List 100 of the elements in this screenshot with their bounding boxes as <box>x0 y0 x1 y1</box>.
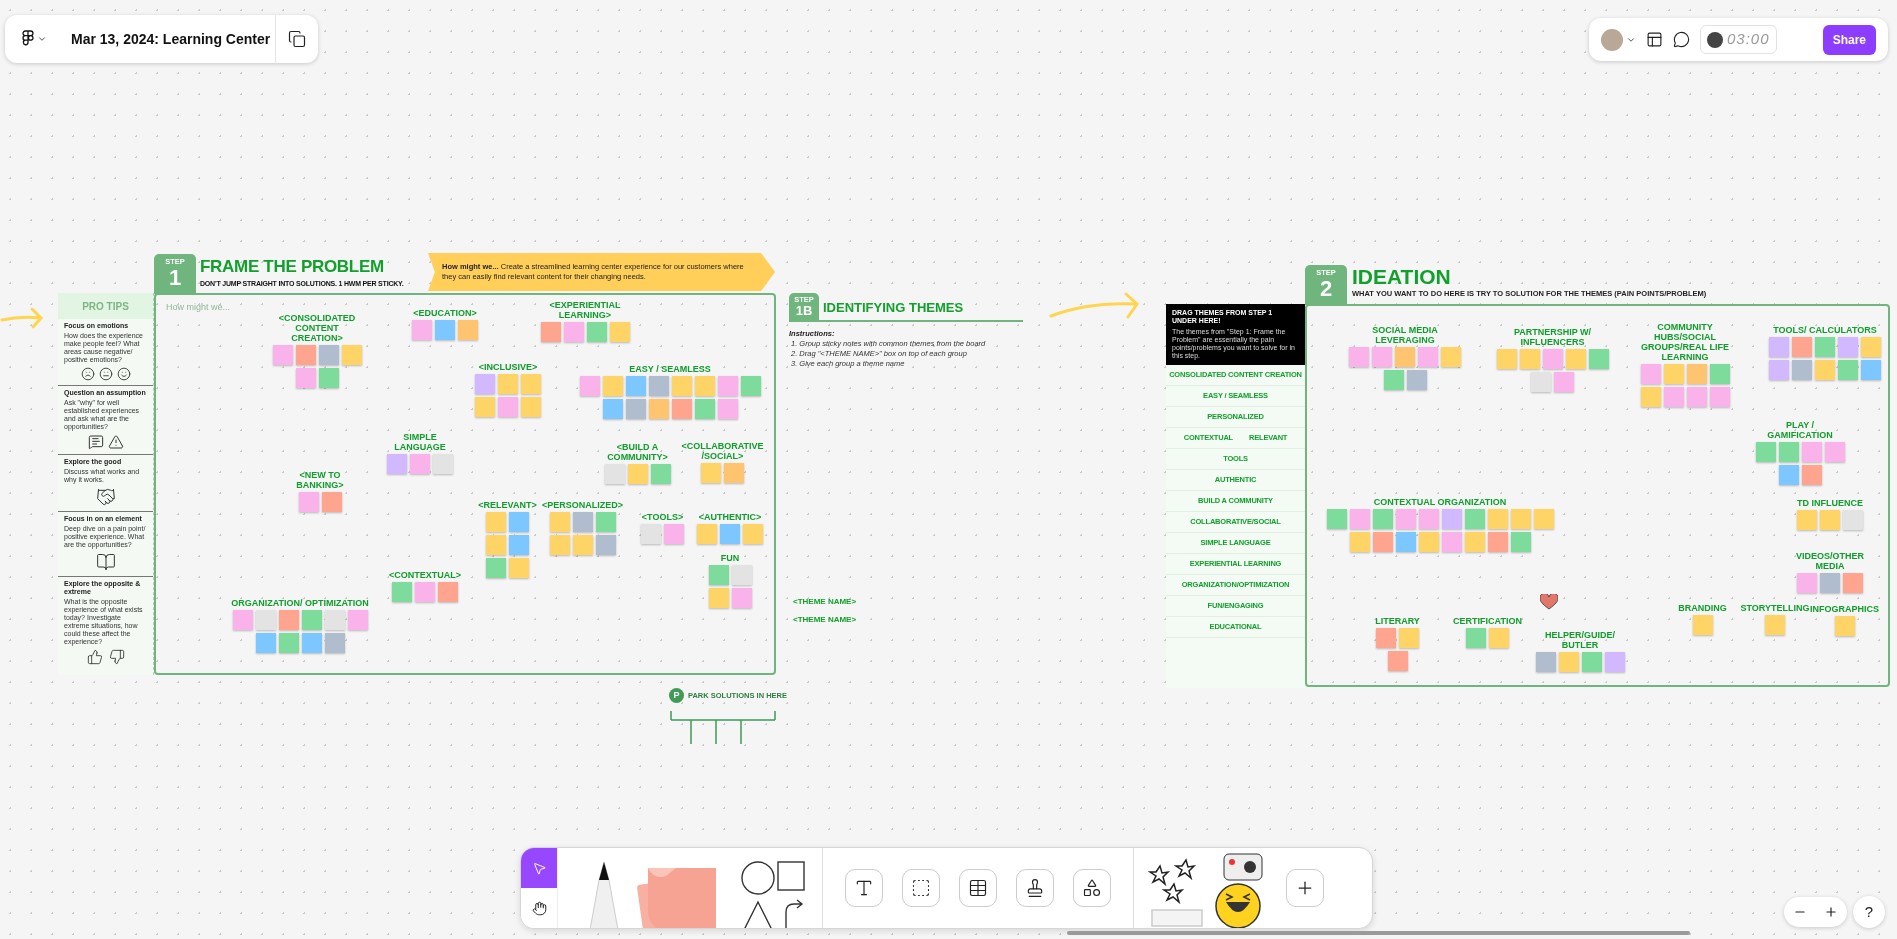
sticky-note[interactable] <box>1640 364 1661 384</box>
sticky-note[interactable] <box>625 399 646 419</box>
sticky-note[interactable] <box>1792 337 1812 357</box>
sticky-note[interactable] <box>717 399 738 419</box>
stamp-tool[interactable] <box>1016 869 1054 907</box>
sticky-note[interactable] <box>295 368 316 388</box>
theme-name-label[interactable]: <THEME NAME> <box>793 615 857 624</box>
sticky-note[interactable] <box>1535 652 1556 672</box>
sticky-note[interactable] <box>1326 509 1347 529</box>
sticky-note[interactable] <box>486 512 506 532</box>
sticky-note[interactable] <box>1692 615 1713 635</box>
sticky-note[interactable] <box>1769 360 1789 380</box>
sticky-note[interactable] <box>664 524 684 544</box>
select-tool[interactable] <box>521 848 557 888</box>
sticky-note[interactable] <box>1466 628 1486 648</box>
stickers-icon[interactable] <box>1148 858 1206 928</box>
sticky-note[interactable] <box>602 376 623 396</box>
sticky-note[interactable] <box>708 565 729 585</box>
sticky-note[interactable] <box>731 588 752 608</box>
sticky-note[interactable] <box>278 633 299 653</box>
sticky-note[interactable] <box>1531 372 1551 392</box>
sticky-note[interactable] <box>1801 442 1822 462</box>
sticky-note[interactable] <box>1797 573 1817 593</box>
sticky-note[interactable] <box>1861 337 1881 357</box>
sticky-note[interactable] <box>521 374 541 394</box>
sticky-note[interactable] <box>1349 509 1370 529</box>
sticky-note[interactable] <box>1663 387 1684 407</box>
sticky-note[interactable] <box>438 582 458 602</box>
sticky-note[interactable] <box>1441 509 1462 529</box>
sticky-note[interactable] <box>671 376 692 396</box>
sticky-note[interactable] <box>1519 349 1540 369</box>
sticky-note[interactable] <box>1792 360 1812 380</box>
sticky-note[interactable] <box>1383 370 1404 390</box>
sticky-note[interactable] <box>341 345 362 365</box>
sticky-note[interactable] <box>324 633 345 653</box>
sticky-note[interactable] <box>1464 509 1485 529</box>
sticky-note[interactable] <box>1418 347 1438 367</box>
timer[interactable]: 03:00 <box>1700 25 1777 54</box>
text-tool[interactable] <box>845 869 883 907</box>
sticky-note[interactable] <box>255 633 276 653</box>
sticky-note[interactable] <box>694 399 715 419</box>
sticky-note[interactable] <box>720 524 740 544</box>
sticky-note[interactable] <box>1387 651 1408 671</box>
sticky-note[interactable] <box>475 397 495 417</box>
zoom-in-icon[interactable] <box>1824 905 1839 919</box>
sticky-note[interactable] <box>648 399 669 419</box>
sticky-note[interactable] <box>595 535 616 555</box>
layout-icon[interactable] <box>1646 31 1663 48</box>
sticky-note[interactable] <box>1709 387 1730 407</box>
sticky-note[interactable] <box>1797 510 1817 530</box>
sticky-note[interactable] <box>1838 360 1858 380</box>
sticky-note[interactable] <box>301 610 322 630</box>
sticky-note[interactable] <box>625 376 646 396</box>
sticky-note[interactable] <box>1372 347 1392 367</box>
sticky-note[interactable] <box>627 464 648 484</box>
sticky-note[interactable] <box>708 588 729 608</box>
sticky-note[interactable] <box>509 558 529 578</box>
sticky-note[interactable] <box>272 345 293 365</box>
add-button[interactable] <box>1286 869 1324 907</box>
sticky-note[interactable] <box>1349 532 1370 552</box>
sticky-note[interactable] <box>498 397 518 417</box>
sticky-note[interactable] <box>724 463 744 483</box>
sticky-note[interactable] <box>1588 349 1609 369</box>
sticky-note[interactable] <box>1765 615 1785 635</box>
sticky-note[interactable] <box>572 535 593 555</box>
sticky-note[interactable] <box>1565 349 1586 369</box>
sticky-note[interactable] <box>740 376 761 396</box>
sticky-note[interactable] <box>232 610 253 630</box>
sticky-note[interactable] <box>1372 509 1393 529</box>
sticky-note[interactable] <box>609 322 630 342</box>
sticky-note[interactable] <box>458 320 478 340</box>
sticky-note[interactable] <box>1395 347 1415 367</box>
sticky-note[interactable] <box>387 454 407 474</box>
sticky-note[interactable] <box>1843 510 1863 530</box>
scrollbar[interactable] <box>1067 931 1690 935</box>
sticky-note[interactable] <box>1372 532 1393 552</box>
sticky-note[interactable] <box>1820 573 1840 593</box>
sticky-note[interactable] <box>1581 652 1602 672</box>
sticky-note[interactable] <box>486 558 506 578</box>
sticky-note[interactable] <box>509 512 529 532</box>
sticky-note[interactable] <box>604 464 625 484</box>
sticky-note[interactable] <box>694 376 715 396</box>
sticky-note[interactable] <box>1815 337 1835 357</box>
sticky-note[interactable] <box>1604 652 1625 672</box>
sticky-note[interactable] <box>1418 532 1439 552</box>
sticky-note[interactable] <box>1349 347 1369 367</box>
sticky-note[interactable] <box>1533 509 1554 529</box>
sticky-note[interactable] <box>650 464 671 484</box>
sticky-note[interactable] <box>1834 616 1855 636</box>
table-tool[interactable] <box>959 869 997 907</box>
sticky-note[interactable] <box>1801 465 1822 485</box>
sticky-note[interactable] <box>435 320 455 340</box>
sticky-note[interactable] <box>579 376 600 396</box>
sticky-note[interactable] <box>743 524 763 544</box>
theme-name-label[interactable]: <THEME NAME> <box>793 597 857 606</box>
sticky-note[interactable] <box>1406 370 1427 390</box>
sticky-note[interactable] <box>1441 532 1462 552</box>
share-button[interactable]: Share <box>1822 24 1876 55</box>
sticky-note[interactable] <box>475 374 495 394</box>
sticky-note[interactable] <box>415 582 435 602</box>
